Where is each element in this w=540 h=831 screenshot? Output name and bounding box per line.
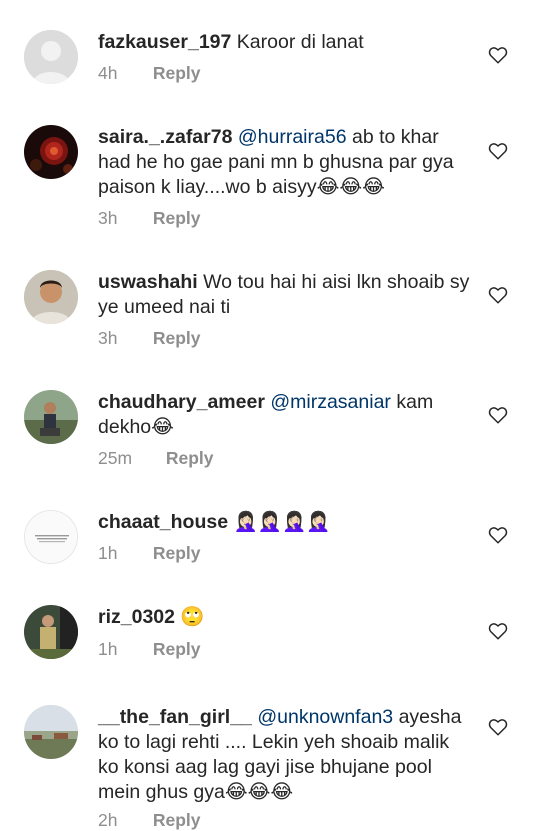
reply-button[interactable]: Reply <box>153 543 201 563</box>
landscape-photo-icon <box>24 705 78 759</box>
comment-username[interactable]: riz_0302 <box>98 606 175 628</box>
comment-time: 3h <box>98 328 118 348</box>
reply-button[interactable]: Reply <box>153 63 201 83</box>
comment-text: uswashahi Wo tou hai hi aisi lkn shoaib … <box>98 270 470 320</box>
reply-button[interactable]: Reply <box>153 639 201 659</box>
like-heart-icon[interactable] <box>488 406 508 426</box>
comment-message: 🙄 <box>180 606 205 628</box>
comment-username[interactable]: __the_fan_girl__ <box>98 706 252 728</box>
avatar-fan-girl[interactable] <box>24 705 78 759</box>
comment-username[interactable]: fazkauser_197 <box>98 31 231 53</box>
comment-time: 25m <box>98 448 133 468</box>
flower-avatar-icon <box>24 125 78 179</box>
man-portrait-icon <box>24 270 78 324</box>
avatar-default[interactable] <box>24 30 78 84</box>
comment-message: 🤦🏻‍♀️🤦🏻‍♀️🤦🏻‍♀️🤦🏻‍♀️ <box>233 511 331 533</box>
mention-link[interactable]: @unknownfan3 <box>257 706 393 728</box>
like-heart-icon[interactable] <box>488 526 508 546</box>
comment-text: chaaat_house 🤦🏻‍♀️🤦🏻‍♀️🤦🏻‍♀️🤦🏻‍♀️ <box>98 510 470 535</box>
mention-link[interactable]: @mirzasaniar <box>270 391 391 413</box>
like-heart-icon[interactable] <box>488 622 508 642</box>
reply-button[interactable]: Reply <box>153 810 201 830</box>
avatar-uswashahi[interactable] <box>24 270 78 324</box>
text-logo-icon <box>25 511 77 563</box>
comment-text: fazkauser_197 Karoor di lanat <box>98 30 470 55</box>
comment-text: saira._.zafar78 @hurraira56 ab to khar h… <box>98 125 470 200</box>
comment-username[interactable]: uswashahi <box>98 271 198 293</box>
comment-text: riz_0302 🙄 <box>98 605 470 630</box>
avatar-saira[interactable] <box>24 125 78 179</box>
comment-text: __the_fan_girl__ @unknownfan3 ayesha ko … <box>98 705 470 805</box>
like-heart-icon[interactable] <box>488 718 508 738</box>
reply-button[interactable]: Reply <box>153 208 201 228</box>
comment-text: chaudhary_ameer @mirzasaniar kam dekho😂 <box>98 390 470 440</box>
comment-message: Karoor di lanat <box>236 31 364 53</box>
comment-time: 2h <box>98 810 118 830</box>
avatar-chaaat-house[interactable] <box>24 510 78 564</box>
reply-button[interactable]: Reply <box>153 328 201 348</box>
comment-meta: 4h Reply <box>98 63 201 84</box>
comment-time: 1h <box>98 543 118 563</box>
mention-link[interactable]: @hurraira56 <box>238 126 347 148</box>
like-heart-icon[interactable] <box>488 142 508 162</box>
comment-meta: 3h Reply <box>98 328 201 349</box>
comment-meta: 2h Reply <box>98 810 201 831</box>
comment-meta: 3h Reply <box>98 208 201 229</box>
comment-meta: 1h Reply <box>98 543 201 564</box>
reply-button[interactable]: Reply <box>166 448 214 468</box>
comment-username[interactable]: chaudhary_ameer <box>98 391 265 413</box>
outdoor-photo-icon <box>24 390 78 444</box>
avatar-riz[interactable] <box>24 605 78 659</box>
comment-username[interactable]: chaaat_house <box>98 511 228 533</box>
like-heart-icon[interactable] <box>488 286 508 306</box>
comment-username[interactable]: saira._.zafar78 <box>98 126 232 148</box>
like-heart-icon[interactable] <box>488 46 508 66</box>
comment-time: 4h <box>98 63 118 83</box>
comment-time: 1h <box>98 639 118 659</box>
user-silhouette-icon <box>24 30 78 84</box>
comment-meta: 1h Reply <box>98 639 201 660</box>
comment-meta: 25m Reply <box>98 448 214 469</box>
comment-time: 3h <box>98 208 118 228</box>
person-photo-icon <box>24 605 78 659</box>
avatar-chaudhary[interactable] <box>24 390 78 444</box>
